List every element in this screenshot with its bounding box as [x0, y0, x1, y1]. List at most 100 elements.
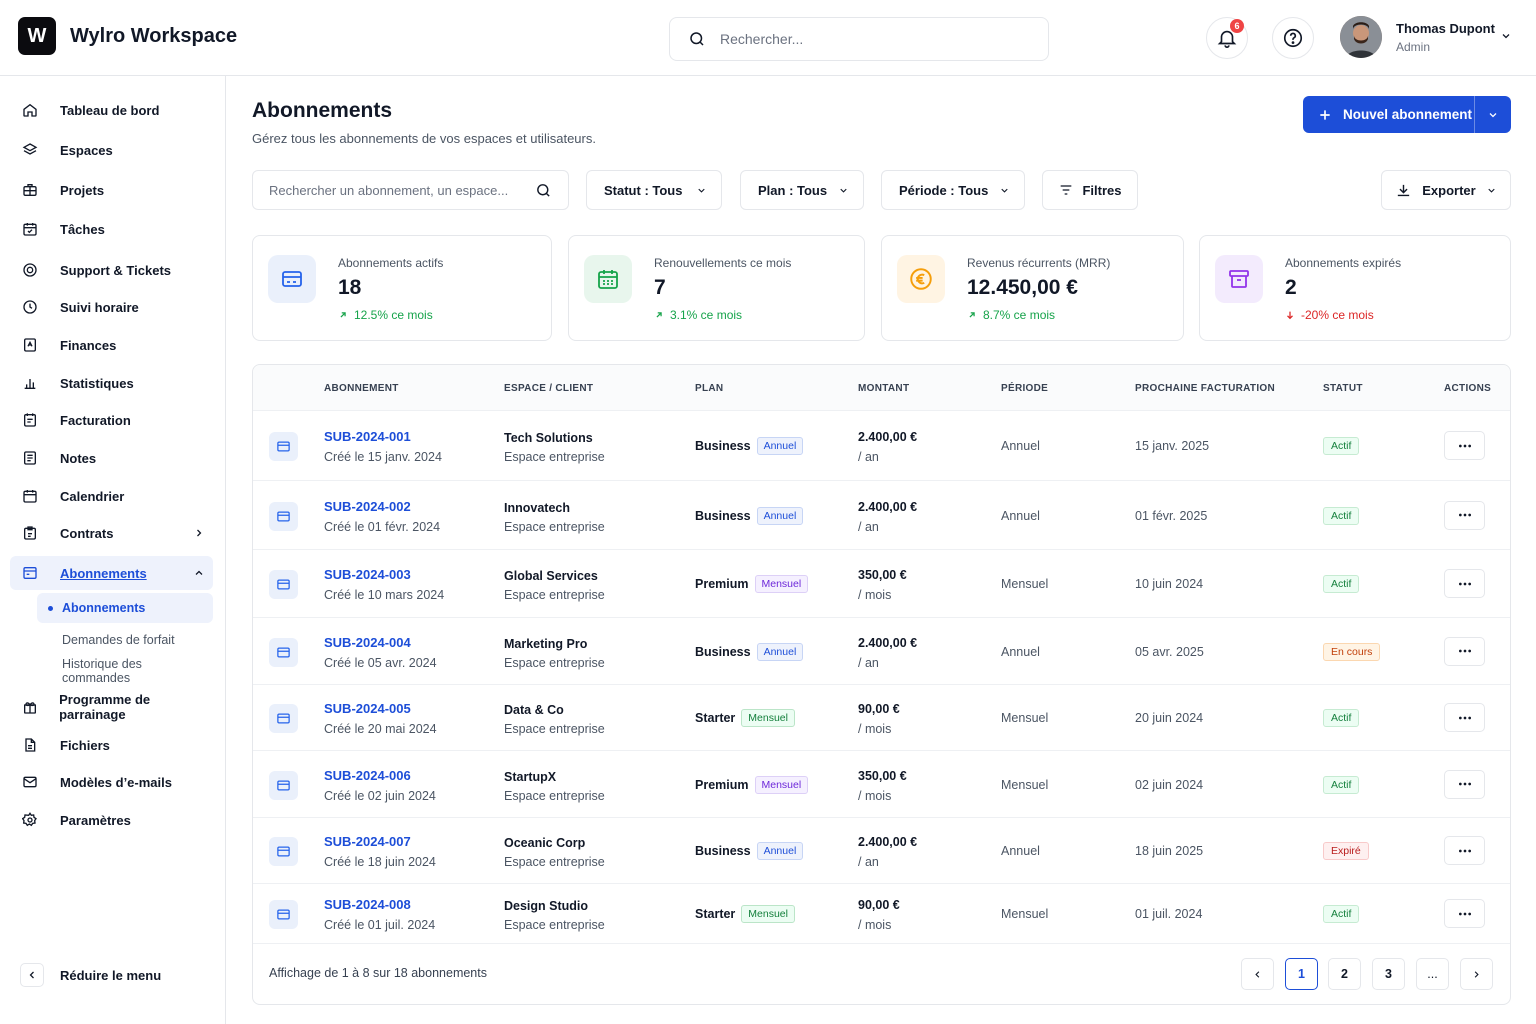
- table-row[interactable]: SUB-2024-008 Créé le 01 juil. 2024 Design …: [253, 884, 1510, 944]
- sidebar-item-espaces[interactable]: Espaces: [10, 133, 213, 167]
- search-icon: [688, 30, 706, 48]
- subscription-id-link[interactable]: SUB-2024-003: [324, 567, 411, 582]
- subscription-id-link[interactable]: SUB-2024-007: [324, 834, 411, 849]
- new-subscription-dropdown[interactable]: [1475, 109, 1511, 121]
- arrow-up-right-icon: [338, 310, 348, 320]
- plan-name: Starter: [695, 711, 736, 725]
- sidebar-item-parrainage[interactable]: Programme de parrainage: [10, 690, 213, 724]
- subscription-created-date: Créé le 20 mai 2024: [324, 722, 437, 736]
- sidebar-item-facturation[interactable]: Facturation: [10, 403, 213, 437]
- row-actions-button[interactable]: [1444, 569, 1485, 598]
- status-filter-select[interactable]: Statut : Tous: [586, 170, 722, 210]
- row-actions-button[interactable]: [1444, 836, 1485, 865]
- sidebar-subitem-demandes-forfait[interactable]: Demandes de forfait: [37, 625, 213, 655]
- pagination-next-button[interactable]: [1460, 958, 1493, 990]
- sidebar-item-label: Paramètres: [60, 812, 131, 828]
- app-logo[interactable]: W: [18, 17, 56, 55]
- column-header[interactable]: PLAN: [695, 383, 723, 394]
- subscription-id-link[interactable]: SUB-2024-004: [324, 635, 411, 650]
- client-type: Espace entreprise: [504, 588, 605, 602]
- sidebar-subitem-historique-commandes[interactable]: Historique des commandes: [37, 656, 213, 686]
- sidebar-item-taches[interactable]: Tâches: [10, 212, 213, 246]
- sidebar-item-calendrier[interactable]: Calendrier: [10, 479, 213, 513]
- plan-filter-select[interactable]: Plan : Tous: [740, 170, 864, 210]
- sidebar-item-parametres[interactable]: Paramètres: [10, 803, 213, 837]
- column-header[interactable]: PÉRIODE: [1001, 383, 1048, 394]
- status-badge: En cours: [1323, 642, 1381, 661]
- sidebar-item-suivi-horaire[interactable]: Suivi horaire: [10, 290, 213, 324]
- global-search-input[interactable]: Rechercher...: [669, 17, 1049, 61]
- period-filter-select[interactable]: Période : Tous: [881, 170, 1025, 210]
- pagination-ellipsis[interactable]: ...: [1416, 958, 1449, 990]
- stat-change: 3.1% ce mois: [654, 308, 742, 322]
- pagination-page-button[interactable]: 2: [1328, 958, 1361, 990]
- chevron-down-icon[interactable]: [1500, 30, 1512, 42]
- plan-period-badge: Annuel: [756, 437, 804, 455]
- user-name[interactable]: Thomas Dupont: [1396, 21, 1495, 36]
- sidebar-item-projets[interactable]: Projets: [10, 173, 213, 207]
- filters-label: Filtres: [1082, 182, 1122, 198]
- table-row[interactable]: SUB-2024-007 Créé le 18 juin 2024 Oceanic …: [253, 818, 1510, 884]
- table-row[interactable]: SUB-2024-001 Créé le 15 janv. 2024 Tech So…: [253, 411, 1510, 481]
- plus-icon: [1317, 107, 1333, 123]
- pagination-page-button[interactable]: 1: [1285, 958, 1318, 990]
- filters-button[interactable]: Filtres: [1042, 170, 1138, 210]
- plan-cell: Business Annuel: [695, 842, 804, 860]
- user-avatar[interactable]: [1340, 16, 1382, 58]
- column-header[interactable]: STATUT: [1323, 383, 1363, 394]
- subscription-id-link[interactable]: SUB-2024-001: [324, 429, 411, 444]
- table-row[interactable]: SUB-2024-005 Créé le 20 mai 2024 Data & Co…: [253, 685, 1510, 751]
- pagination-prev-button[interactable]: [1241, 958, 1274, 990]
- subscription-created-date: Créé le 15 janv. 2024: [324, 450, 442, 464]
- row-actions-button[interactable]: [1444, 500, 1485, 530]
- client-type: Espace entreprise: [504, 855, 605, 869]
- subscription-id-link[interactable]: SUB-2024-002: [324, 499, 411, 514]
- table-row[interactable]: SUB-2024-006 Créé le 02 juin 2024 StartupX…: [253, 751, 1510, 818]
- pagination-page-button[interactable]: 3: [1372, 958, 1405, 990]
- help-icon: [1282, 27, 1304, 49]
- collapse-menu-button[interactable]: Réduire le menu: [20, 963, 161, 987]
- sidebar-item-modeles-emails[interactable]: Modèles d’e-mails: [10, 765, 213, 799]
- sidebar-subitem-abonnements[interactable]: Abonnements: [37, 593, 213, 623]
- sidebar-item-notes[interactable]: Notes: [10, 441, 213, 475]
- row-actions-button[interactable]: [1444, 703, 1485, 732]
- plan-filter-label: Plan : Tous: [758, 182, 828, 198]
- column-header[interactable]: MONTANT: [858, 383, 909, 394]
- subscription-id-link[interactable]: SUB-2024-008: [324, 897, 411, 912]
- more-horizontal-icon: [1457, 710, 1473, 726]
- row-actions-button[interactable]: [1444, 899, 1485, 928]
- amount-value: 350,00 €: [858, 568, 907, 582]
- status-cell: Expiré: [1323, 842, 1369, 860]
- subscription-search-input[interactable]: Rechercher un abonnement, un espace...: [252, 170, 569, 210]
- sidebar-item-fichiers[interactable]: Fichiers: [10, 728, 213, 762]
- notifications-button[interactable]: 6: [1206, 17, 1248, 59]
- column-header[interactable]: PROCHAINE FACTURATION: [1135, 383, 1275, 394]
- help-button[interactable]: [1272, 17, 1314, 59]
- row-actions-button[interactable]: [1444, 769, 1485, 799]
- stat-value: 7: [654, 276, 666, 299]
- client-name: Global Services: [504, 569, 598, 583]
- table-row[interactable]: SUB-2024-003 Créé le 10 mars 2024 Global S…: [253, 550, 1510, 618]
- subscription-id-link[interactable]: SUB-2024-005: [324, 701, 411, 716]
- column-header[interactable]: ESPACE / CLIENT: [504, 383, 593, 394]
- sidebar-item-dashboard[interactable]: Tableau de bord: [10, 93, 213, 127]
- sidebar-item-support[interactable]: Support & Tickets: [10, 253, 213, 287]
- row-actions-button[interactable]: [1444, 431, 1485, 460]
- new-subscription-button[interactable]: Nouvel abonnement: [1303, 96, 1511, 133]
- export-button[interactable]: Exporter: [1381, 170, 1511, 210]
- subscription-created-date: Créé le 02 juin 2024: [324, 788, 436, 803]
- plan-cell: Starter Mensuel: [695, 905, 795, 923]
- plan-cell: Premium Mensuel: [695, 575, 809, 593]
- filter-icon: [1058, 182, 1074, 198]
- row-actions-button[interactable]: [1444, 636, 1485, 666]
- table-row[interactable]: SUB-2024-004 Créé le 05 avr. 2024 Marketin…: [253, 618, 1510, 685]
- sidebar-item-statistiques[interactable]: Statistiques: [10, 366, 213, 400]
- subscription-icon: [268, 255, 316, 303]
- table-row[interactable]: SUB-2024-002 Créé le 01 févr. 2024 Innovat…: [253, 481, 1510, 550]
- sidebar-item-contrats[interactable]: Contrats: [10, 516, 213, 550]
- subscription-id-link[interactable]: SUB-2024-006: [324, 768, 411, 783]
- sidebar-item-finances[interactable]: Finances: [10, 328, 213, 362]
- sidebar-item-abonnements[interactable]: Abonnements: [10, 556, 213, 590]
- chevron-right-icon: [193, 527, 205, 539]
- column-header[interactable]: ABONNEMENT: [324, 383, 399, 394]
